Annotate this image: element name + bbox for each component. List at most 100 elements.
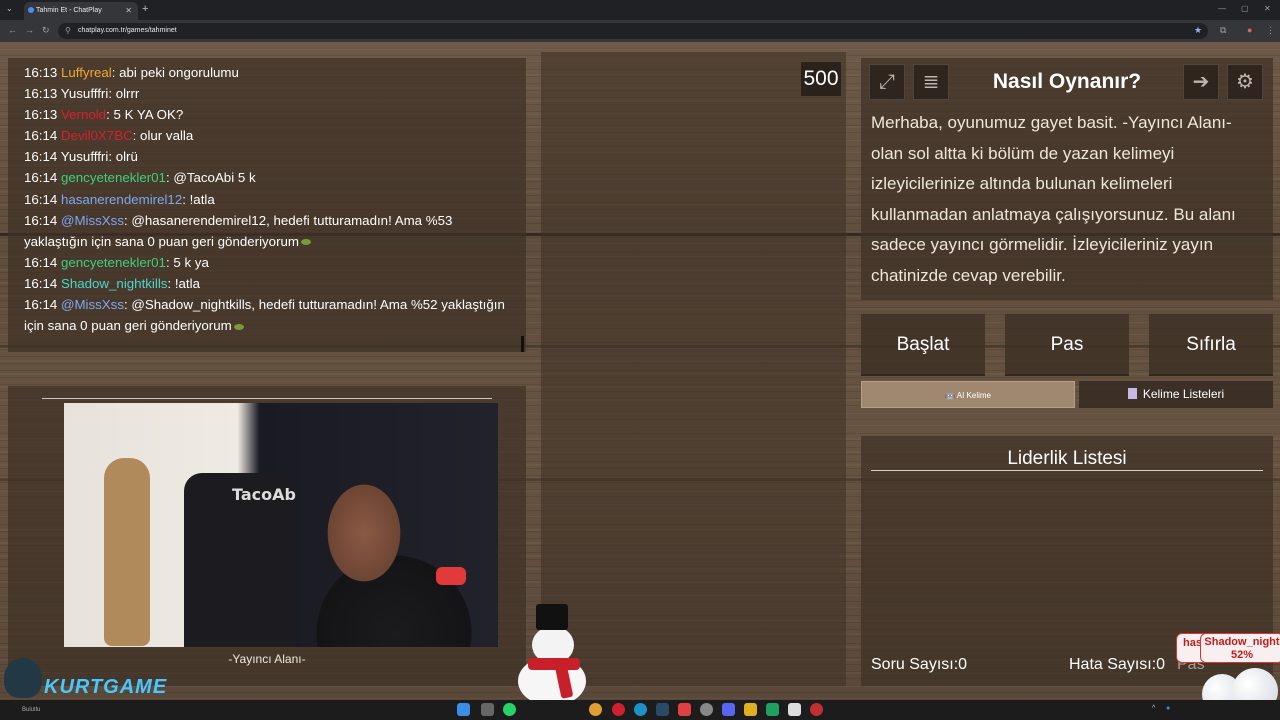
search-icon[interactable] — [481, 703, 494, 716]
profile-icon[interactable]: ● — [1247, 25, 1252, 35]
windows-taskbar: Bulutlu ^ ● — [0, 700, 1280, 720]
exit-icon[interactable]: ➔ — [1183, 64, 1219, 100]
bluetooth-icon[interactable]: ● — [1166, 705, 1170, 712]
streamer-divider — [42, 398, 492, 399]
gear-icon[interactable]: ⚙ — [1227, 64, 1263, 100]
chat-username: Shadow_nightkills — [60, 275, 168, 291]
snowman-scarf — [528, 658, 580, 670]
snowman-decoration — [512, 604, 592, 706]
wolf-icon — [4, 658, 42, 698]
fullscreen-icon[interactable]: ⤢ — [869, 64, 905, 100]
question-count: Soru Sayısı:0 — [871, 656, 968, 673]
error-count: Hata Sayısı:0 — [1069, 656, 1166, 673]
chat-timestamp: 16:14 — [24, 128, 58, 144]
chat-message: 16:14 Devil0X7BC: olur valla — [24, 125, 510, 146]
robot-icon: 🤖 — [945, 391, 955, 400]
chat-message: 16:14 @MissXss: @hasanerendemirel12, hed… — [24, 210, 510, 252]
wall-statue — [104, 458, 150, 646]
excel-icon[interactable] — [766, 703, 779, 716]
chat-message: 16:14 gencyetenekler01: 5 k ya — [24, 252, 510, 273]
forward-icon[interactable]: → — [25, 25, 34, 35]
chat-text: : olur valla — [132, 128, 194, 144]
tab-lists-label: Kelime Listeleri — [1142, 387, 1225, 401]
new-tab-button[interactable]: + — [142, 3, 148, 15]
document-icon[interactable]: ≣ — [913, 64, 949, 100]
how-to-play-panel: ⤢ ≣ Nasıl Oynanır? ➔ ⚙ Merhaba, oyunumuz… — [861, 58, 1273, 300]
chat-message: 16:14 @MissXss: @Shadow_nightkills, hede… — [24, 294, 510, 336]
logo-text: KURTGAME — [44, 676, 168, 698]
chat-timestamp: 16:13 — [24, 86, 58, 102]
whatsapp-icon[interactable] — [503, 703, 516, 716]
browser-tab[interactable]: Tahmin Et - ChatPlay ✕ — [24, 2, 138, 20]
chat-text: : abi peki ongorulumu — [111, 65, 239, 80]
url-text: chatplay.com.tr/games/tahminet — [78, 27, 177, 34]
minimize-icon[interactable]: — — [1218, 4, 1226, 13]
chat-timestamp: 16:13 — [24, 107, 58, 123]
chat-text: : @TacoAbi 5 k — [165, 170, 256, 186]
maximize-icon[interactable]: ▢ — [1241, 4, 1249, 13]
reload-icon[interactable]: ↻ — [42, 25, 50, 36]
chat-text: : olrrr — [108, 86, 140, 102]
discord-icon[interactable] — [722, 703, 735, 716]
pass-button[interactable]: Pas — [1005, 314, 1129, 376]
tab-title: Tahmin Et - ChatPlay — [36, 7, 102, 14]
obs-icon[interactable] — [700, 703, 713, 716]
favicon-icon — [28, 7, 34, 13]
frog-emote-icon — [300, 239, 311, 246]
leaderboard-divider — [871, 470, 1263, 471]
chat-message: 16:14 Shadow_nightkills: !atla — [24, 273, 510, 294]
opera-icon[interactable] — [612, 703, 625, 716]
chat-message: 16:13 Vernold: 5 K YA OK? — [24, 104, 510, 125]
chat-panel: 16:13 Luffyreal: abi peki ongorulumu 16:1… — [8, 58, 526, 352]
app-icon[interactable] — [810, 703, 823, 716]
tab-word-lists[interactable]: Kelime Listeleri — [1079, 381, 1273, 408]
app-icon[interactable] — [744, 703, 757, 716]
chat-username: Vernold — [60, 107, 107, 123]
tray-chevron-icon[interactable]: ^ — [1152, 705, 1155, 712]
chat-message: 16:13 Luffyreal: abi peki ongorulumu — [24, 62, 510, 83]
chat-text: : 5 K YA OK? — [106, 107, 184, 123]
steam-icon[interactable] — [656, 703, 669, 716]
game-board — [541, 52, 846, 686]
chat-timestamp: 16:14 — [24, 297, 58, 313]
tab-ai-word[interactable]: 🤖 AI Kelime — [861, 381, 1075, 408]
reset-button[interactable]: Sıfırla — [1149, 314, 1273, 376]
chrome-icon[interactable] — [589, 703, 602, 716]
edge-icon[interactable] — [634, 703, 647, 716]
chat-username: Yusufffri — [60, 86, 109, 102]
webcam-video: TacoAb — [64, 403, 498, 647]
chat-scroll-handle[interactable] — [521, 336, 524, 352]
chat-timestamp: 16:14 — [24, 170, 58, 186]
back-icon[interactable]: ← — [8, 25, 17, 35]
notification-name: Shadow_night — [1204, 636, 1280, 648]
chat-username: gencyetenekler01 — [60, 254, 166, 270]
start-icon[interactable] — [457, 703, 470, 716]
chat-timestamp: 16:13 — [24, 65, 58, 80]
chat-username: Devil0X7BC — [60, 128, 133, 144]
menu-icon[interactable]: ⋮ — [1266, 25, 1275, 36]
app-icon[interactable] — [678, 703, 691, 716]
chat-timestamp: 16:14 — [24, 212, 58, 228]
extensions-icon[interactable]: ⧉ — [1220, 25, 1226, 36]
chat-message: 16:14 gencyetenekler01: @TacoAbi 5 k — [24, 167, 510, 188]
snowman-hat — [536, 604, 568, 630]
chat-username: hasanerendemirel12 — [60, 191, 183, 207]
chat-text: : olrü — [108, 149, 138, 165]
chat-username: gencyetenekler01 — [60, 170, 166, 186]
tab-search-icon[interactable]: ⌄ — [6, 4, 13, 13]
site-info-icon[interactable]: ⚲ — [65, 26, 71, 35]
browser-tabbar: ⌄ Tahmin Et - ChatPlay ✕ + — ▢ ✕ — [0, 0, 1280, 20]
bookmark-star-icon[interactable]: ★ — [1194, 25, 1202, 36]
notification-card: Shadow_night 52% — [1200, 633, 1280, 663]
chat-timestamp: 16:14 — [24, 254, 58, 270]
chair-logo-text: TacoAb — [232, 485, 296, 504]
app-icon[interactable] — [788, 703, 801, 716]
start-button[interactable]: Başlat — [861, 314, 985, 376]
close-tab-icon[interactable]: ✕ — [125, 6, 132, 15]
chat-username: Yusufffri — [60, 149, 109, 165]
url-bar[interactable]: ⚲ chatplay.com.tr/games/tahminet — [58, 23, 1208, 39]
chat-message: 16:14 Yusufffri: olrü — [24, 146, 510, 167]
chat-timestamp: 16:14 — [24, 275, 58, 291]
chat-text: : !atla — [182, 191, 215, 207]
close-window-icon[interactable]: ✕ — [1264, 4, 1271, 13]
